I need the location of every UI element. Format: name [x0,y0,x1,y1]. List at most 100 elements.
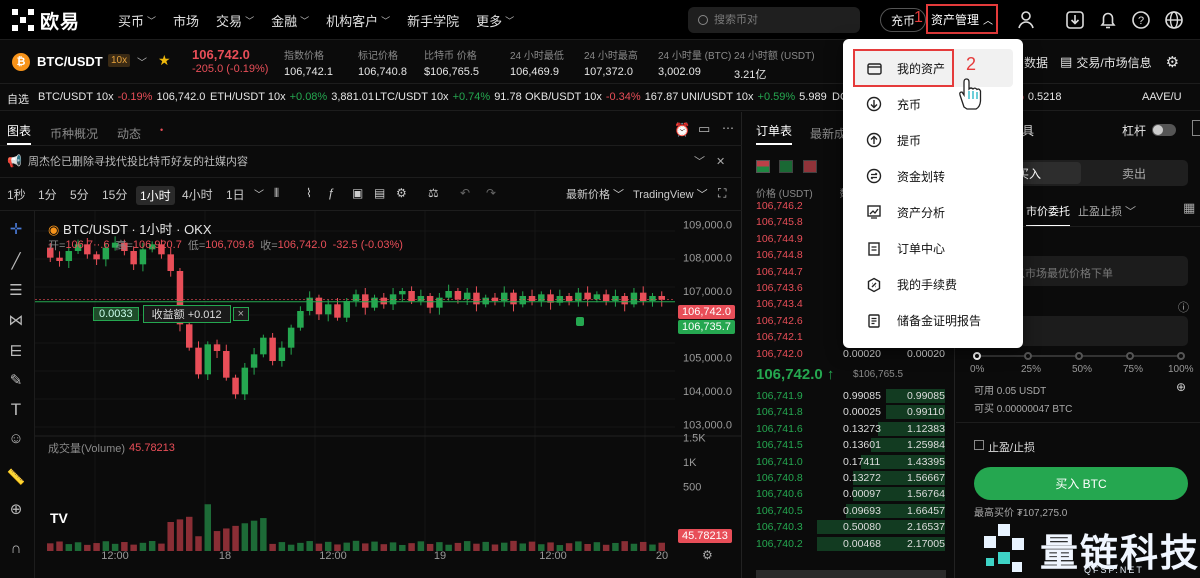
tab-chart[interactable]: 图表 [7,122,32,145]
dropdown-item[interactable]: 充币 [843,86,1023,122]
nav-item[interactable]: 更多 ﹀ [476,0,514,40]
candlestick-chart[interactable]: 109,000.0 108,000.0 107,000.0 105,000.0 104,… [35,211,742,578]
pattern-icon[interactable]: ⋈ [6,311,26,331]
fib-icon[interactable]: ⋿ [6,342,26,362]
asset-management-button[interactable]: 资产管理 ︿ [926,4,998,34]
slider-tick[interactable] [1177,352,1185,360]
undo-icon[interactable]: ↶ [460,186,470,200]
view-bids-icon[interactable] [779,160,794,173]
layout-icon[interactable]: ▭ [698,121,710,137]
chart-settings-icon[interactable]: ⚙ [702,548,713,562]
news-notice[interactable]: 📢 周杰伦已删除寻找代投比特币好友的社媒内容 ﹀ ✕ [0,151,742,171]
tab-order-book[interactable]: 订单表 [756,122,793,145]
settings-gear-icon[interactable]: ⚙ [1166,53,1179,71]
slider-tick[interactable] [1075,352,1083,360]
tab-coin-overview[interactable]: 币种概况 [50,125,98,142]
bid-row[interactable]: 106,741.8 0.00025 0.99110 [743,404,955,420]
horizontal-lines-icon[interactable]: ☰ [6,281,26,301]
indicator-icon[interactable]: ⌇ [306,186,312,200]
tab-recent-trades[interactable]: 最新成 [810,125,846,142]
collapse-panel-icon[interactable] [1192,120,1200,136]
nav-item[interactable]: 交易 ﹀ [216,0,254,40]
trendline-icon[interactable]: ╱ [6,252,26,272]
price-type-select[interactable]: 最新价格 ﹀ [566,186,624,202]
tpsl-checkbox[interactable] [974,440,984,450]
add-funds-icon[interactable]: ⊕ [1176,380,1186,394]
dropdown-item[interactable]: 订单中心 [843,231,1023,267]
view-select[interactable]: TradingView ﹀ [633,186,708,202]
search-box[interactable] [688,7,860,33]
watchlist-item[interactable]: ETH/USDT 10x +0.08% 3,881.01 [210,91,374,103]
bid-row[interactable]: 106,740.3 0.50080 2.16537 [743,519,955,535]
settings-gear-icon[interactable]: ⚙ [396,186,407,200]
download-icon[interactable] [1064,9,1086,31]
watchlist-item[interactable]: UNI/USDT 10x +0.59% 5.989 [681,91,827,103]
timeframe-1h[interactable]: 1小时 [136,186,175,205]
pair-name[interactable]: BTC/USDT [37,54,103,69]
more-icon[interactable]: ⋯ [722,121,734,135]
image-icon[interactable]: ▣ [352,186,363,200]
okx-logo[interactable]: 欧易 [12,9,82,33]
buy-btc-button[interactable]: 买入 BTC [974,467,1188,500]
sell-tab[interactable]: 卖出 [1084,162,1184,184]
slider-tick[interactable] [1126,352,1134,360]
brush-icon[interactable]: ✎ [6,371,26,391]
position-pnl-label[interactable]: 0.0033 收益额 +0.012 × [93,304,250,323]
dropdown-item[interactable]: 储备金证明报告 [843,303,1023,339]
bid-row[interactable]: 106,741.6 0.13273 1.12383 [743,421,955,437]
timeframe-4h[interactable]: 4小时 [182,186,213,203]
bell-icon[interactable] [1097,9,1119,31]
scale-icon[interactable]: ⚖ [428,186,439,200]
watchlist-item[interactable]: OKB/USDT 10x -0.34% 167.87 [525,91,678,103]
watchlist-item[interactable]: BTC/USDT 10x -0.19% 106,742.0 [38,91,205,103]
emoji-icon[interactable]: ☺ [6,429,26,449]
timeframe-1m[interactable]: 1分 [38,186,57,203]
redo-icon[interactable]: ↷ [486,186,496,200]
calculator-icon[interactable]: ▦ [1183,200,1195,216]
alarm-icon[interactable]: ⏰ [674,122,690,138]
dropdown-item[interactable]: 我的手续费 [843,267,1023,303]
close-icon[interactable]: ✕ [716,155,725,168]
bid-row[interactable]: 106,740.8 0.13272 1.56667 [743,470,955,486]
watchlist-item[interactable]: LTC/USDT 10x +0.74% 91.78 [375,91,522,103]
bid-row[interactable]: 106,740.6 0.00097 1.56764 [743,486,955,502]
tab-news[interactable]: 动态 • [117,125,163,142]
nav-item[interactable]: 市场 [173,0,199,40]
zoom-in-icon[interactable]: ⊕ [6,500,26,520]
fullscreen-icon[interactable]: ⛶ [718,186,726,201]
nav-item[interactable]: 金融 ﹀ [271,0,309,40]
bid-row[interactable]: 106,740.2 0.00468 2.17005 [743,536,955,552]
nav-item[interactable]: 买币 ﹀ [118,0,156,40]
favorite-star-icon[interactable]: ★ [158,52,171,69]
bid-row[interactable]: 106,741.9 0.99085 0.99085 [743,388,955,404]
tab-market-order[interactable]: 市价委托 [1026,203,1070,227]
fx-icon[interactable]: ƒ [328,186,335,200]
ruler-icon[interactable]: 📏 [6,468,26,488]
chevron-down-icon[interactable]: ﹀ [694,153,705,169]
chevron-down-icon[interactable]: ﹀ [254,186,264,201]
crosshair-icon[interactable]: ✛ [6,220,26,240]
timeframe-1d[interactable]: 1日 [226,186,245,203]
help-icon[interactable]: ? [1130,9,1152,31]
chevron-down-icon[interactable]: ﹀ [137,54,147,69]
data-link[interactable]: 数据 [1024,54,1048,71]
tab-tpsl[interactable]: 止盈止损 ﹀ [1078,203,1136,219]
nav-item[interactable]: 新手学院 [407,0,459,40]
timeframe-5m[interactable]: 5分 [70,186,89,203]
nav-item[interactable]: 机构客户 ﹀ [326,0,390,40]
bid-row[interactable]: 106,740.5 0.09693 1.66457 [743,503,955,519]
slider-tick[interactable] [973,352,981,360]
bid-row[interactable]: 106,741.5 0.13601 1.25984 [743,437,955,453]
bid-row[interactable]: 106,741.0 0.17411 1.43395 [743,454,955,470]
market-info-link[interactable]: 交易/市场信息 [1076,54,1151,71]
watchlist-item[interactable]: AAVE/U [1142,91,1190,103]
timeframe-15m[interactable]: 15分 [102,186,127,203]
text-icon[interactable]: T [6,400,26,420]
globe-icon[interactable] [1163,9,1185,31]
dropdown-item[interactable]: 资金划转 [843,158,1023,194]
timeframe-1s[interactable]: 1秒 [7,186,26,203]
leverage-toggle[interactable] [1152,124,1176,136]
dropdown-item[interactable]: 提币 [843,122,1023,158]
close-position-icon[interactable]: × [232,306,250,321]
search-input[interactable] [714,14,854,26]
